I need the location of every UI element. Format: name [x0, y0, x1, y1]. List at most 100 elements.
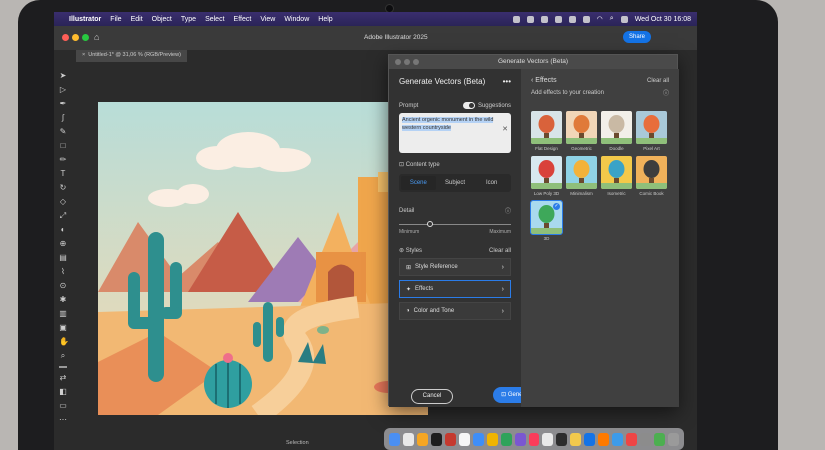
detail-slider[interactable]: [399, 221, 511, 228]
content-type-scene[interactable]: Scene: [401, 176, 436, 191]
selection-tool-icon[interactable]: ➤: [59, 72, 67, 80]
menu-help[interactable]: Help: [318, 16, 332, 23]
document-tab[interactable]: × Untitled-1* @ 31,06 % (RGB/Preview): [76, 50, 187, 62]
effects-clear-all[interactable]: Clear all: [647, 78, 669, 84]
effect-option[interactable]: Comic Book: [636, 156, 667, 196]
effect-option[interactable]: Isometric: [601, 156, 632, 196]
dock-app-icon[interactable]: [654, 432, 666, 446]
shape-builder-tool-icon[interactable]: ⊕: [59, 240, 67, 248]
control-icon[interactable]: [568, 15, 576, 23]
menu-file[interactable]: File: [110, 16, 121, 23]
dock-app-icon[interactable]: [528, 432, 540, 446]
effects-item[interactable]: ✦ Effects ›: [399, 280, 511, 299]
graph-tool-icon[interactable]: ▥: [59, 310, 67, 318]
menu-edit[interactable]: Edit: [131, 16, 143, 23]
dock-app-icon[interactable]: [514, 432, 526, 446]
menu-app-name[interactable]: Illustrator: [69, 16, 101, 23]
effect-thumbnail[interactable]: [636, 111, 667, 144]
rectangle-tool-icon[interactable]: □: [59, 142, 67, 150]
styles-clear-all[interactable]: Clear all: [489, 248, 511, 254]
effect-option[interactable]: Low Poly 3D: [531, 156, 562, 196]
lock-icon[interactable]: [554, 15, 562, 23]
clear-prompt-icon[interactable]: ✕: [502, 126, 508, 134]
effect-thumbnail[interactable]: [566, 156, 597, 189]
dock-app-icon[interactable]: [640, 432, 652, 446]
effect-thumbnail[interactable]: [601, 111, 632, 144]
width-tool-icon[interactable]: ◐: [59, 226, 67, 234]
search-icon[interactable]: ⌕: [610, 15, 614, 23]
menu-clock[interactable]: Wed Oct 30 16:08: [635, 16, 691, 23]
dock-app-icon[interactable]: [598, 432, 610, 446]
status-app-icon[interactable]: [540, 15, 548, 23]
effect-option[interactable]: Pixel Art: [636, 111, 667, 151]
dock-app-icon[interactable]: [416, 432, 428, 446]
content-type-icon-option[interactable]: Icon: [474, 176, 509, 190]
color-tone-item[interactable]: ◑ Color and Tone ›: [399, 302, 511, 321]
dock-app-icon[interactable]: [570, 432, 582, 446]
close-tab-icon[interactable]: ×: [82, 52, 85, 58]
dock-app-icon[interactable]: [458, 432, 470, 446]
rotate-tool-icon[interactable]: ↻: [59, 184, 67, 192]
dock-app-icon[interactable]: [612, 432, 624, 446]
minimize-window-button[interactable]: [72, 34, 79, 41]
symbol-tool-icon[interactable]: ✱: [59, 296, 67, 304]
dock-app-icon[interactable]: [556, 432, 568, 446]
artboard-tool-icon[interactable]: ▣: [59, 324, 67, 332]
effect-option[interactable]: Flat Design: [531, 111, 562, 151]
info-icon[interactable]: ⓘ: [663, 88, 669, 97]
dock-app-icon[interactable]: [430, 432, 442, 446]
zoom-tool-icon[interactable]: ⌕: [59, 352, 67, 360]
info-icon[interactable]: ⓘ: [505, 206, 511, 215]
brush-tool-icon[interactable]: ✎: [59, 128, 67, 136]
effects-back[interactable]: ‹ Effects: [531, 77, 557, 84]
pencil-tool-icon[interactable]: ✏: [59, 156, 67, 164]
pen-tool-icon[interactable]: ✒: [59, 100, 67, 108]
status-app-icon[interactable]: [512, 15, 520, 23]
eraser-tool-icon[interactable]: ◇: [59, 198, 67, 206]
dock-app-icon[interactable]: [626, 432, 638, 446]
dialog-close-button[interactable]: [395, 59, 401, 65]
status-app-icon[interactable]: [526, 15, 534, 23]
blend-tool-icon[interactable]: ⊙: [59, 282, 67, 290]
slider-knob[interactable]: [427, 221, 433, 228]
dock-app-icon[interactable]: [389, 432, 400, 446]
curvature-tool-icon[interactable]: ∫: [59, 114, 67, 122]
dock-app-icon[interactable]: [444, 432, 456, 446]
zoom-window-button[interactable]: [82, 34, 89, 41]
effect-thumbnail[interactable]: [636, 156, 667, 189]
artboard-canvas[interactable]: [98, 102, 428, 415]
battery-icon[interactable]: [582, 15, 590, 23]
control-center-icon[interactable]: [620, 15, 628, 23]
effect-thumbnail[interactable]: [566, 111, 597, 144]
toggle-switch-icon[interactable]: [462, 102, 475, 109]
menu-type[interactable]: Type: [181, 16, 196, 23]
dock-app-icon[interactable]: [668, 432, 680, 446]
menu-view[interactable]: View: [260, 16, 275, 23]
dock-app-icon[interactable]: [542, 432, 554, 446]
eyedropper-tool-icon[interactable]: ⌇: [59, 268, 67, 276]
swap-fill-stroke-icon[interactable]: ⇄: [59, 374, 67, 382]
dock-app-icon[interactable]: [486, 432, 498, 446]
close-window-button[interactable]: [62, 34, 69, 41]
hand-tool-icon[interactable]: ✋: [59, 338, 69, 346]
wifi-icon[interactable]: ◠: [597, 15, 603, 23]
effect-option[interactable]: Minimalism: [566, 156, 597, 196]
effect-option[interactable]: Geometric: [566, 111, 597, 151]
fill-stroke-icon[interactable]: [59, 366, 67, 368]
effect-option[interactable]: ✓ 3D: [530, 200, 563, 241]
dock-app-icon[interactable]: [402, 432, 414, 446]
effect-option[interactable]: Doodle: [601, 111, 632, 151]
menu-select[interactable]: Select: [205, 16, 224, 23]
menu-object[interactable]: Object: [152, 16, 172, 23]
more-options-icon[interactable]: •••: [503, 77, 511, 86]
effect-thumbnail[interactable]: [531, 156, 562, 189]
effect-thumbnail[interactable]: ✓: [530, 200, 563, 235]
menu-window[interactable]: Window: [284, 16, 309, 23]
type-tool-icon[interactable]: T: [59, 170, 67, 178]
dialog-zoom-button[interactable]: [413, 59, 419, 65]
gradient-tool-icon[interactable]: ▤: [59, 254, 67, 262]
prompt-input[interactable]: Ancient orgenic monument in the wild wes…: [399, 113, 511, 154]
screen-mode-icon[interactable]: ▭: [59, 402, 67, 410]
effect-thumbnail[interactable]: [601, 156, 632, 189]
suggestions-toggle[interactable]: Suggestions: [462, 102, 511, 109]
